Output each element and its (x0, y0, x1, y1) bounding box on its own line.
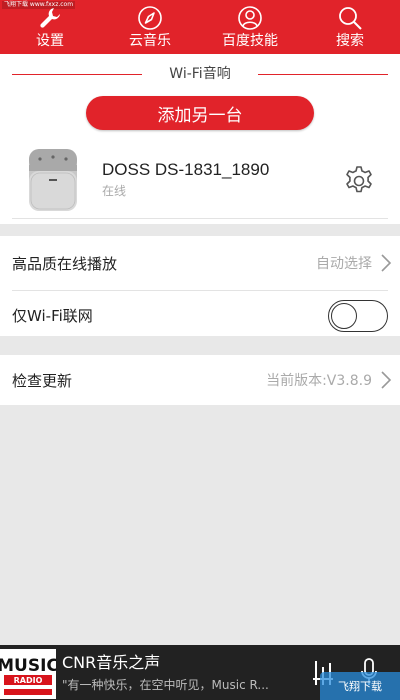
watermark-top: 飞翔下载 www.fxxz.com (2, 1, 76, 9)
tab-cloud-music-label: 云音乐 (129, 33, 171, 49)
wifi-only-row: 仅Wi-Fi联网 (0, 290, 400, 340)
tab-search[interactable]: 搜索 (300, 0, 400, 54)
hq-playback-label: 高品质在线播放 (12, 254, 118, 273)
speakers-card: Wi-Fi音响 添加另一台 DOSS DS-1831_1890 在线 (0, 54, 400, 224)
wifi-only-toggle[interactable] (328, 300, 388, 332)
device-row[interactable]: DOSS DS-1831_1890 在线 (0, 142, 400, 218)
update-card: 检查更新 当前版本:V3.8.9 (0, 355, 400, 405)
add-device-button[interactable]: 添加另一台 (86, 96, 314, 130)
music-radio-logo: MUSIC RADIO (0, 649, 56, 699)
player-subtitle: "有一种快乐，在空中听见，Music R... (62, 678, 269, 692)
toggle-knob (331, 302, 357, 329)
chevron-right-icon (381, 254, 392, 272)
now-playing-bar[interactable]: MUSIC RADIO CNR音乐之声 "有一种快乐，在空中听见，Music R… (0, 645, 400, 700)
title-line-right (258, 74, 388, 75)
device-status: 在线 (102, 184, 127, 198)
tab-settings-label: 设置 (36, 33, 64, 49)
version-value: 当前版本:V3.8.9 (266, 373, 372, 389)
tab-cloud-music[interactable]: 云音乐 (100, 0, 200, 54)
logo-text: MUSIC (0, 656, 56, 676)
settings-card: 高品质在线播放 自动选择 仅Wi-Fi联网 (0, 236, 400, 336)
chevron-right-icon (381, 371, 392, 389)
player-title: CNR音乐之声 (62, 653, 161, 672)
check-update-label: 检查更新 (12, 371, 73, 390)
card-divider (12, 218, 388, 219)
check-update-row[interactable]: 检查更新 当前版本:V3.8.9 (0, 355, 400, 405)
search-icon (339, 7, 362, 30)
speaker-device-icon (29, 149, 77, 211)
watermark-bottom: 飞翔下载 (320, 672, 400, 700)
logo-sub-text: RADIO (14, 676, 43, 685)
gear-icon[interactable] (342, 164, 376, 198)
person-icon (238, 6, 262, 30)
compass-icon (138, 6, 162, 30)
tab-search-label: 搜索 (336, 33, 364, 49)
hq-playback-row[interactable]: 高品质在线播放 自动选择 (0, 238, 400, 288)
tab-baidu-skills-label: 百度技能 (222, 33, 278, 49)
top-nav-bar: 飞翔下载 www.fxxz.com 设置 云音乐 百度技能 搜索 (0, 0, 400, 54)
hq-playback-value: 自动选择 (316, 256, 372, 272)
device-name: DOSS DS-1831_1890 (102, 160, 270, 179)
wifi-only-label: 仅Wi-Fi联网 (12, 306, 93, 325)
tab-baidu-skills[interactable]: 百度技能 (200, 0, 300, 54)
